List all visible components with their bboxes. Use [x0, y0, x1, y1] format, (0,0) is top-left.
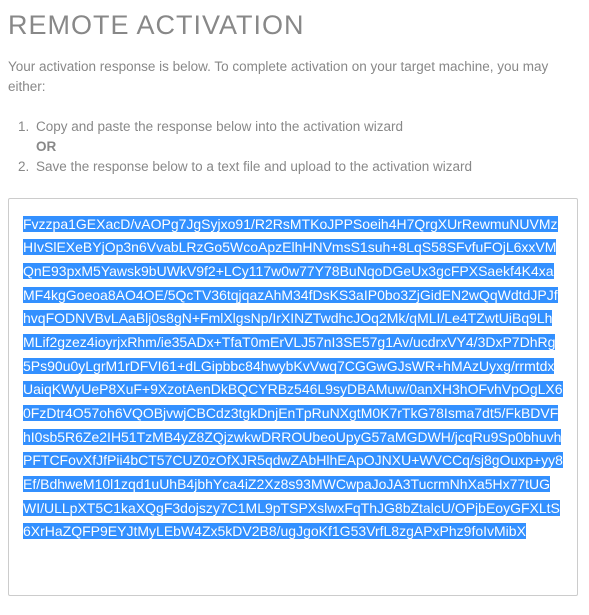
instruction-step-2: Save the response below to a text file a…	[36, 156, 581, 178]
activation-response-text[interactable]: Fvzzpa1GEXacD/vAOPg7JgSyjxo91/R2RsMTKoJP…	[23, 216, 563, 540]
activation-response-box[interactable]: Fvzzpa1GEXacD/vAOPg7JgSyjxo91/R2RsMTKoJP…	[8, 198, 578, 596]
intro-text: Your activation response is below. To co…	[8, 57, 581, 98]
instruction-or: OR	[36, 139, 581, 154]
page-title: REMOTE ACTIVATION	[8, 10, 581, 41]
instruction-step-1: Copy and paste the response below into t…	[36, 116, 581, 138]
instruction-list: Copy and paste the response below into t…	[8, 116, 581, 178]
